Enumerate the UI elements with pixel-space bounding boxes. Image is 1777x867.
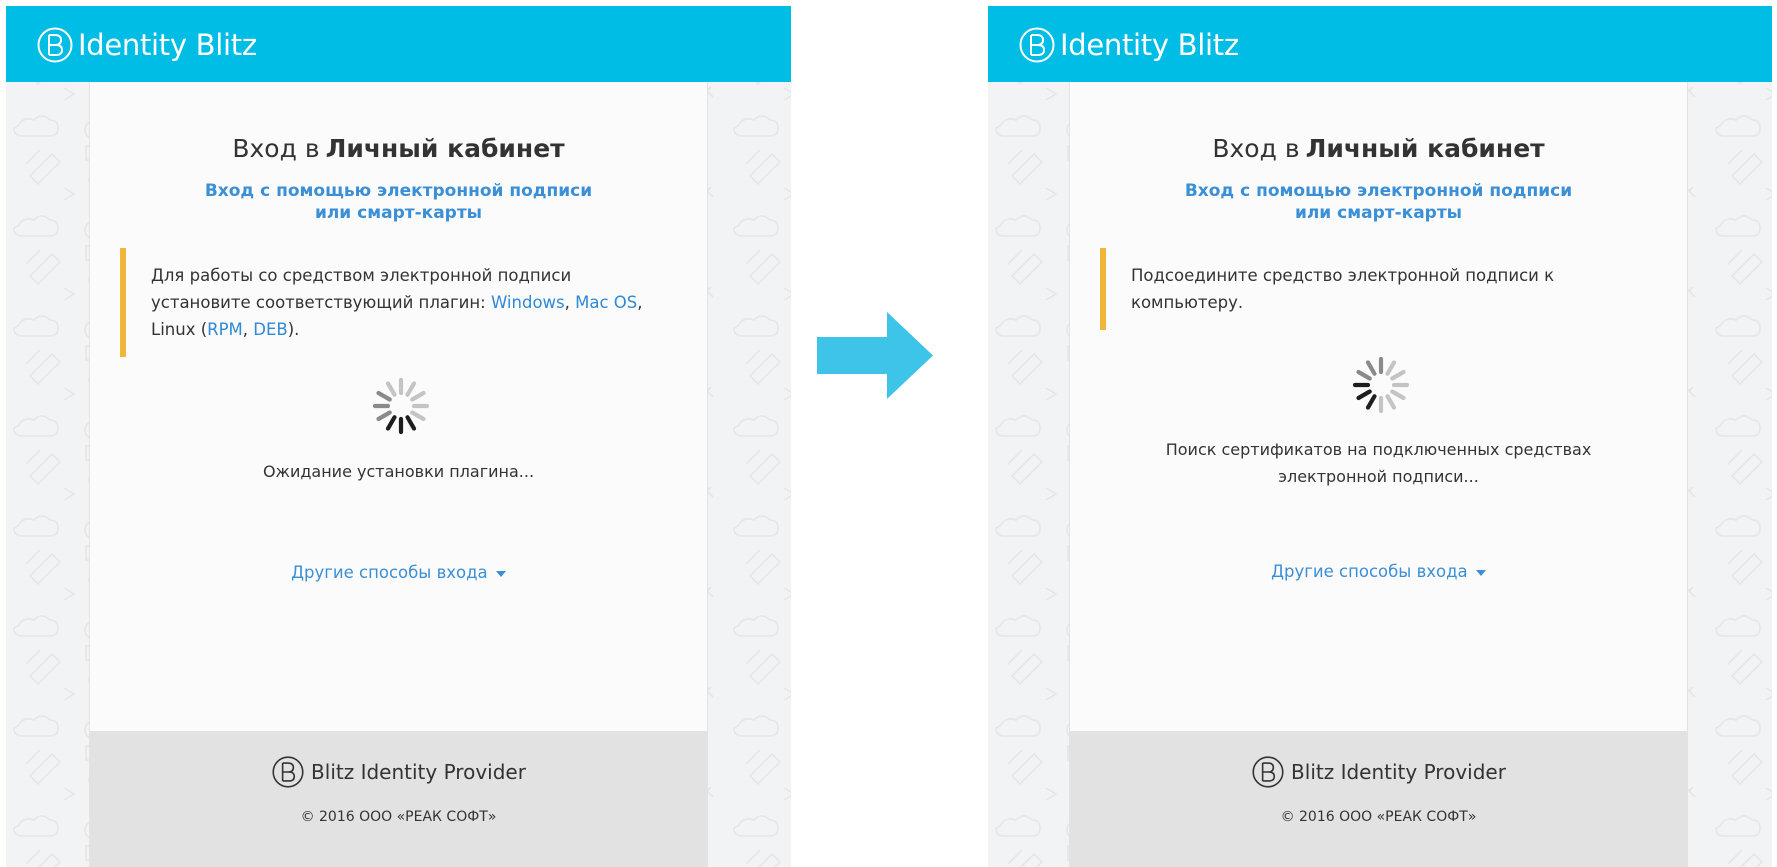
- caret-down-icon: [495, 570, 506, 577]
- rpm-plugin-link[interactable]: RPM: [207, 320, 243, 339]
- status-message: Поиск сертификатов на подключенных средс…: [1165, 440, 1592, 486]
- other-login-methods-link[interactable]: Другие способы входа: [1070, 562, 1687, 581]
- loading-spinner-icon: [372, 377, 430, 435]
- caret-down-icon: [1475, 569, 1486, 576]
- footer-brand-name: Blitz Identity Provider: [311, 760, 526, 784]
- circled-b-logo-icon: [1252, 756, 1284, 788]
- header-bar: Identity Blitz: [6, 6, 791, 82]
- app-logo[interactable]: Identity Blitz: [1018, 26, 1239, 64]
- notice-separator-1: ,: [564, 293, 576, 312]
- app-title: Identity Blitz: [78, 28, 257, 62]
- plugin-notice: Для работы со средством электронной подп…: [120, 248, 681, 357]
- screen-plugin-waiting: Identity Blitz Вход в Личный кабинет Вход…: [6, 6, 791, 867]
- app-title: Identity Blitz: [1060, 28, 1239, 62]
- copyright: © 2016 ООО «РЕАК СОФТ»: [1280, 809, 1477, 825]
- footer-brand-name: Blitz Identity Provider: [1291, 760, 1506, 784]
- title-bold: Личный кабинет: [1305, 134, 1545, 163]
- circled-b-logo-icon: [272, 756, 304, 788]
- login-panel: Вход в Личный кабинет Вход с помощью элек…: [89, 82, 708, 867]
- circled-b-logo-icon: [37, 27, 73, 63]
- app-logo[interactable]: Identity Blitz: [36, 26, 257, 64]
- footer-brand: Blitz Identity Provider: [90, 755, 707, 789]
- login-panel: Вход в Личный кабинет Вход с помощью элек…: [1069, 82, 1688, 867]
- circled-b-logo-icon: [1019, 27, 1055, 63]
- login-method-subtitle: Вход с помощью электронной подписи или с…: [204, 181, 593, 223]
- footer: Blitz Identity Provider © 2016 ООО «РЕАК…: [1070, 731, 1687, 867]
- windows-plugin-link[interactable]: Windows: [491, 293, 565, 312]
- deb-plugin-link[interactable]: DEB: [253, 320, 287, 339]
- title-prefix: Вход в: [1212, 134, 1300, 163]
- screen-certificate-search: Identity Blitz Вход в Личный кабинет Вход…: [988, 6, 1772, 867]
- page-title: Вход в Личный кабинет: [90, 134, 707, 163]
- other-login-methods-label: Другие способы входа: [291, 563, 488, 582]
- footer-brand: Blitz Identity Provider: [1070, 755, 1687, 789]
- macos-plugin-link[interactable]: Mac OS: [575, 293, 637, 312]
- header-bar: Identity Blitz: [988, 6, 1772, 82]
- status-message: Ожидание установки плагина...: [262, 462, 535, 481]
- login-method-subtitle: Вход с помощью электронной подписи или с…: [1184, 181, 1573, 223]
- loading-spinner-icon: [1352, 356, 1410, 414]
- footer: Blitz Identity Provider © 2016 ООО «РЕАК…: [90, 731, 707, 867]
- page-title: Вход в Личный кабинет: [1070, 134, 1687, 163]
- copyright: © 2016 ООО «РЕАК СОФТ»: [300, 809, 497, 825]
- title-bold: Личный кабинет: [325, 134, 565, 163]
- notice-text-3: ).: [287, 320, 300, 339]
- notice-separator-2: ,: [242, 320, 254, 339]
- right-arrow-icon: [817, 312, 933, 399]
- device-notice: Подсоедините средство электронной подпис…: [1100, 248, 1611, 330]
- other-login-methods-link[interactable]: Другие способы входа: [90, 563, 707, 582]
- title-prefix: Вход в: [232, 134, 320, 163]
- other-login-methods-label: Другие способы входа: [1271, 562, 1468, 581]
